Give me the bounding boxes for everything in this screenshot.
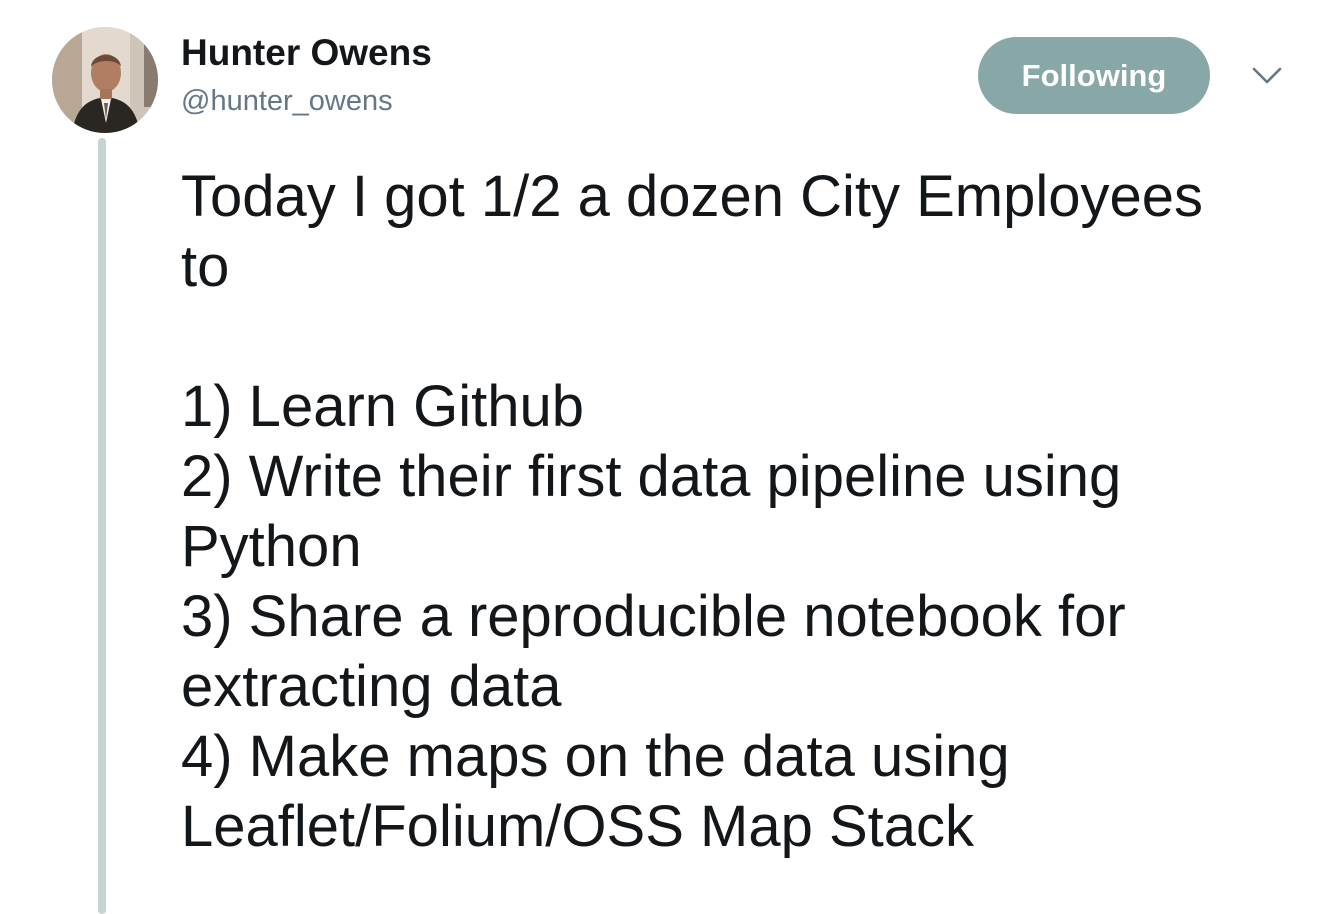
avatar-photo — [52, 27, 158, 133]
tweet-text: Today I got 1/2 a dozen City Employees t… — [181, 162, 1301, 862]
tweet-text-line: 1) Learn Github — [181, 374, 585, 439]
tweet-text-line: 3) Share a reproducible notebook for — [181, 584, 1126, 649]
tweet-text-line: extracting data — [181, 654, 562, 719]
tweet-text-line: Today I got 1/2 a dozen City Employees — [181, 164, 1204, 229]
tweet-text-line: 2) Write their first data pipeline using — [181, 444, 1122, 509]
thread-line — [98, 138, 106, 914]
avatar[interactable] — [52, 27, 158, 133]
author-display-name[interactable]: Hunter Owens — [181, 32, 432, 74]
tweet-text-line: 4) Make maps on the data using — [181, 724, 1010, 789]
tweet-text-line — [181, 302, 1301, 372]
tweet-card: Hunter Owens @hunter_owens Following Tod… — [0, 0, 1342, 914]
chevron-down-icon[interactable] — [1249, 61, 1285, 89]
tweet-text-line: Leaflet/Folium/OSS Map Stack — [181, 794, 974, 859]
author-handle[interactable]: @hunter_owens — [181, 84, 393, 118]
tweet-text-line: Python — [181, 514, 362, 579]
following-button[interactable]: Following — [978, 37, 1210, 114]
tweet-text-line: to — [181, 234, 230, 299]
